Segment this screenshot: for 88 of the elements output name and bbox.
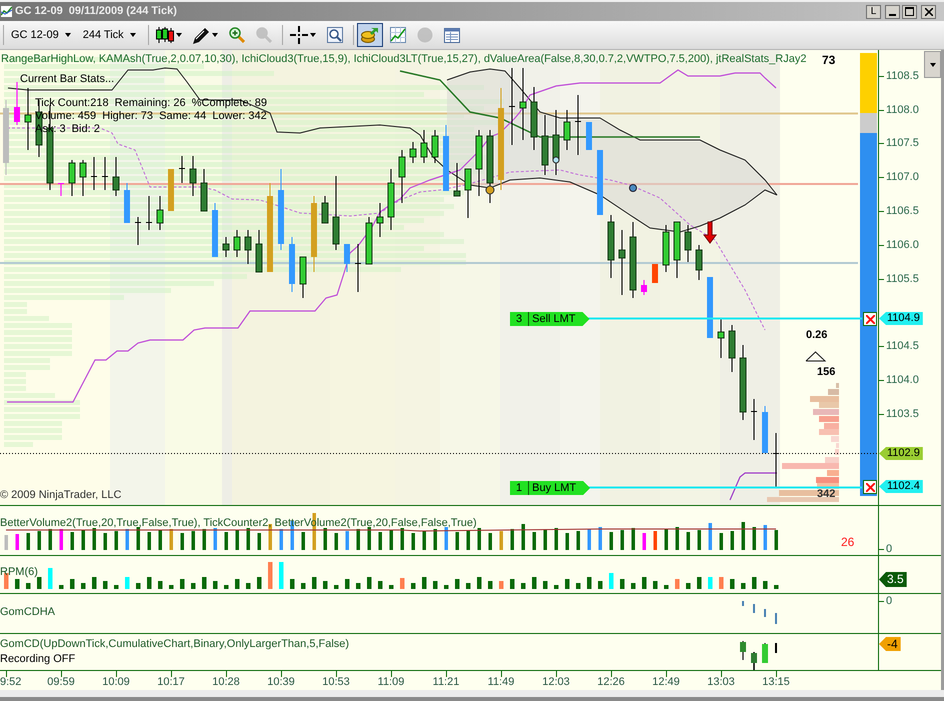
stats-title: Current Bar Stats... — [20, 73, 114, 86]
app-icon — [1, 6, 12, 17]
minimize-button[interactable] — [885, 4, 900, 18]
axis-label: 0 — [886, 595, 892, 607]
copyright-text: © 2009 NinjaTrader, LLC — [0, 489, 122, 502]
indicator-list: GomCDHA — [0, 606, 56, 619]
time-label: 12:49 — [651, 676, 681, 689]
time-label: 10:53 — [321, 676, 351, 689]
volume-count-label: 342 — [817, 488, 836, 501]
time-label: 12:26 — [596, 676, 626, 689]
toolbar-dropdown[interactable]: 244 Tick — [80, 24, 139, 46]
indicator-list: RPM(6) — [0, 566, 38, 579]
time-label: 10:28 — [211, 676, 241, 689]
price-tag: 1102.9 — [879, 447, 923, 460]
delta-candle — [740, 640, 746, 660]
maximize-icon — [905, 7, 914, 16]
close-icon — [866, 314, 874, 324]
panel-menu-button[interactable] — [924, 51, 941, 78]
time-label: 13:03 — [706, 676, 736, 689]
cancel-order-button[interactable] — [863, 480, 877, 494]
stats-value: 73 — [822, 53, 836, 67]
line-chart-icon — [390, 27, 406, 43]
time-label: 11:49 — [486, 676, 516, 689]
caret-icon — [176, 33, 182, 37]
time-label: 09:59 — [46, 676, 76, 689]
price-label: 1106.5 — [886, 204, 919, 218]
caret-icon — [212, 33, 218, 37]
time-label: 13:15 — [761, 676, 791, 689]
price-tag: 1104.9 — [879, 312, 923, 325]
price-tag: 1102.4 — [879, 480, 923, 493]
recording-status: Recording OFF — [0, 653, 76, 666]
indicator-list: RangeBarHighLow, KAMAsh(True,2,0.07,10,30), IchiCloud3(True,15,9), IchiCloud3LT(True,15,27), dValueArea(False,8,30,0.7,2,VWTPO,7.5,200), jtRealStats_RJay2 — [1, 53, 806, 66]
indicator-list: GomCD(UpDownTick,CumulativeChart,Binary,OnlyLargerThan,5,False) — [0, 638, 350, 651]
value-tag: 3.5 — [879, 572, 907, 587]
zoom-in-icon — [228, 27, 245, 43]
down-arrow-icon — [703, 222, 717, 244]
time-label: 12:03 — [541, 676, 571, 689]
price-label: 1107.5 — [886, 136, 919, 150]
caret-icon — [310, 33, 316, 37]
ratio-label: 0.26 — [806, 329, 828, 342]
time-label: 11:21 — [432, 676, 460, 689]
delta-candle — [751, 652, 757, 670]
coins-button[interactable] — [356, 23, 383, 47]
tick-count-label: 26 — [841, 535, 854, 549]
order-tag[interactable]: 1 Buy LMT — [510, 481, 590, 495]
pencil-icon — [192, 26, 210, 44]
pin-button[interactable]: L — [866, 4, 881, 18]
time-label: 10:39 — [266, 676, 296, 689]
circle-marker-icon — [629, 184, 637, 192]
delta-candle — [762, 642, 768, 663]
candlestick-icon — [156, 27, 174, 43]
price-label: 1108.0 — [886, 103, 919, 117]
crosshair-icon — [290, 26, 308, 44]
order-tag[interactable]: 3 Sell LMT — [510, 312, 590, 326]
axis-label: 0 — [886, 543, 892, 555]
price-label: 1104.5 — [886, 339, 919, 353]
magnifier-icon — [326, 27, 343, 43]
circle-marker-icon — [486, 186, 494, 194]
time-label: 10:17 — [156, 676, 186, 689]
value-tag: -4 — [879, 637, 901, 651]
cancel-order-button[interactable] — [863, 312, 877, 326]
caret-icon — [130, 33, 136, 37]
coins-icon — [360, 27, 379, 43]
price-label: 1108.5 — [886, 69, 919, 83]
zoom-out-icon — [256, 27, 272, 43]
caret-icon — [930, 62, 936, 66]
triangle-icon — [804, 351, 826, 362]
coin-icon — [416, 27, 433, 43]
price-label: 1105.5 — [886, 272, 919, 286]
table-icon — [444, 28, 460, 42]
channel-line — [729, 472, 777, 500]
caret-icon — [64, 33, 71, 37]
window-title: GC 12-09 09/11/2009 (244 Tick) — [15, 5, 177, 18]
price-label: 1107.0 — [886, 170, 919, 184]
time-label: 10:09 — [101, 676, 131, 689]
circle-marker-icon — [552, 156, 560, 164]
maximize-button[interactable] — [902, 4, 917, 18]
price-label: 1103.5 — [886, 407, 919, 421]
time-label: 11:09 — [376, 676, 406, 689]
minimize-icon — [889, 14, 896, 16]
close-icon — [924, 8, 932, 16]
price-label: 1106.0 — [886, 238, 919, 252]
volume-count-label: 156 — [817, 366, 836, 379]
toolbar-dropdown[interactable]: GC 12-09 — [8, 24, 74, 46]
close-button[interactable] — [921, 4, 936, 18]
close-icon — [866, 482, 874, 492]
price-label: 1104.0 — [886, 373, 919, 387]
time-label: 9:52 — [0, 676, 22, 689]
